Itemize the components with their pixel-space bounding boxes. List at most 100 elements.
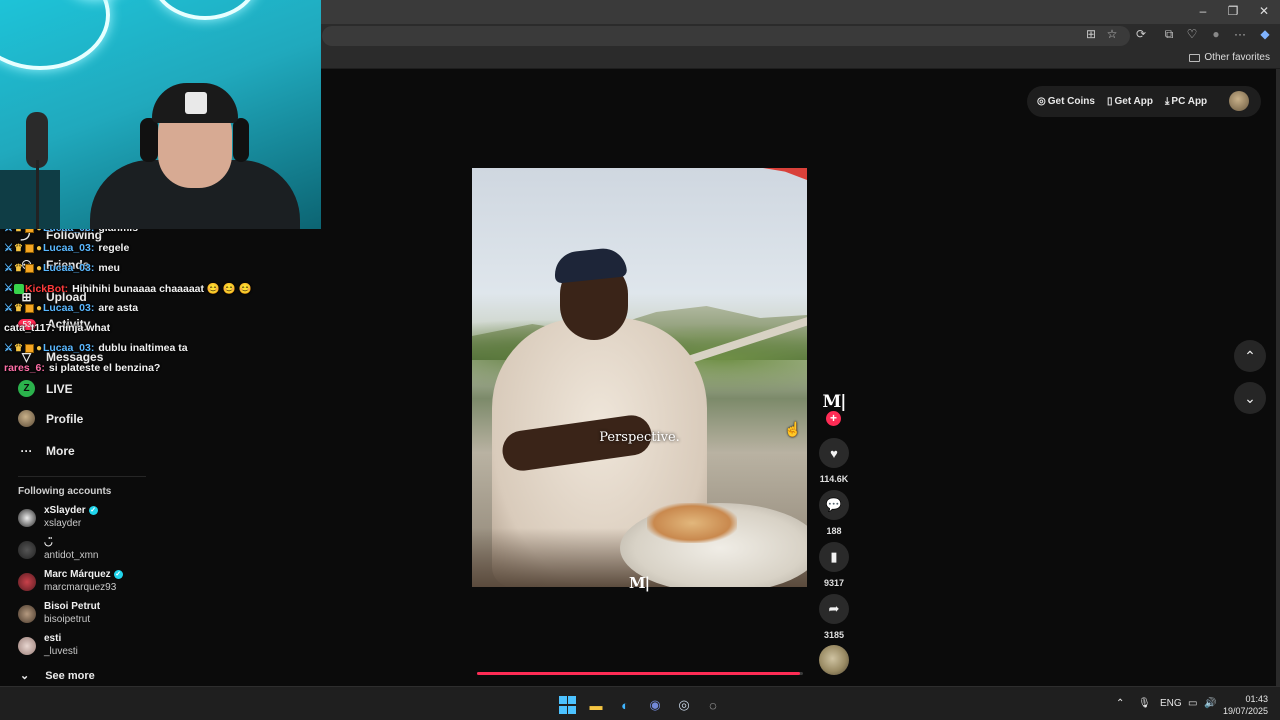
volume-icon[interactable]: 🔊	[1204, 698, 1216, 709]
get-app-button[interactable]: ▯ Get App	[1107, 96, 1153, 107]
like-count: 114.6K	[819, 474, 849, 484]
chat-username: rares_6:	[4, 362, 45, 374]
account-item[interactable]: esti _luvesti	[18, 633, 158, 661]
restore-button[interactable]: ❐	[1218, 4, 1248, 18]
language-indicator[interactable]: ENG	[1160, 698, 1182, 709]
bookmark-icon: ▮	[830, 549, 838, 564]
chat-username: KickBot:	[24, 282, 69, 295]
discord-icon[interactable]: ◉	[646, 696, 664, 714]
browser-essentials-icon[interactable]: ♡	[1183, 27, 1201, 41]
gift-badge-icon: ●	[35, 302, 42, 314]
creator-avatar[interactable]: M|	[821, 392, 847, 412]
profile-avatar-icon[interactable]: ●	[1207, 27, 1225, 41]
comment-button[interactable]: 💬	[819, 490, 849, 520]
pc-app-button[interactable]: ⤓ PC App	[1165, 96, 1207, 107]
chat-text: regele	[98, 242, 130, 254]
app-available-icon[interactable]: ⊞	[1082, 27, 1100, 41]
avatar	[18, 509, 36, 527]
chat-text: are asta	[98, 302, 139, 314]
sidebar-item-profile[interactable]: Profile	[18, 410, 83, 427]
chat-text: ninja what	[58, 322, 111, 334]
avatar	[18, 573, 36, 591]
account-name: Bisoi Petrut	[44, 601, 100, 612]
subscriber-badge-icon	[24, 243, 34, 253]
chevron-down-icon: ⌄	[20, 670, 30, 682]
chat-username: Lucaa_03:	[42, 342, 95, 354]
account-name-text: Bisoi Petrut	[44, 601, 101, 612]
music-disc[interactable]	[819, 645, 849, 675]
favorite-star-icon[interactable]: ☆	[1103, 27, 1121, 41]
following-accounts-title: Following accounts	[18, 486, 112, 497]
chat-username: cata_t117:	[4, 322, 55, 334]
share-button[interactable]: ➦	[819, 594, 849, 624]
other-favorites[interactable]: Other favorites	[1189, 52, 1270, 63]
account-item[interactable]: xSlayder ✓ xslayder	[18, 505, 158, 533]
chat-username: Lucaa_03:	[42, 302, 95, 314]
verified-icon: ✓	[113, 570, 123, 579]
microphone-icon[interactable]: 🎙	[1138, 698, 1151, 709]
split-screen-icon[interactable]: ⧉	[1160, 27, 1178, 42]
chat-message: ⚔ ♛ ● Lucaa_03: are asta	[4, 302, 138, 314]
gift-badge-icon: ●	[35, 242, 42, 254]
network-icon[interactable]: ▭	[1188, 698, 1197, 709]
get-coins-button[interactable]: ◎ Get Coins	[1037, 96, 1095, 107]
save-button[interactable]: ▮	[819, 542, 849, 572]
address-field[interactable]	[322, 26, 1130, 46]
account-name: Marc Márquez ✓	[44, 569, 123, 580]
account-name: esti	[44, 633, 61, 644]
file-explorer-icon[interactable]: ▬	[587, 696, 605, 714]
sidebar-item-label: More	[46, 443, 75, 458]
video-player[interactable]: Perspective.	[472, 168, 807, 587]
follow-plus-icon[interactable]: +	[826, 411, 841, 426]
chat-message: cata_t117: ninja what	[4, 322, 110, 334]
gift-badge-icon: ●	[35, 262, 42, 274]
pc-app-label: PC App	[1171, 96, 1208, 107]
start-button[interactable]	[558, 696, 576, 714]
get-app-label: Get App	[1114, 96, 1153, 107]
sidebar-item-live[interactable]: Z LIVE	[18, 380, 73, 397]
header-actions: ◎ Get Coins ▯ Get App ⤓ PC App	[1027, 86, 1261, 117]
chat-username: Lucaa_03:	[42, 242, 95, 254]
moderator-badge-icon: ⚔	[4, 302, 13, 314]
account-username: _luvesti	[44, 646, 78, 657]
close-window-button[interactable]: ✕	[1249, 4, 1279, 18]
video-food	[647, 503, 737, 543]
cap-logo	[185, 92, 207, 114]
chat-message: ⚔ ♛ ● Lucaa_03: meu	[4, 262, 120, 274]
copilot-icon[interactable]: ◆	[1256, 27, 1274, 41]
headset-left	[140, 118, 158, 162]
user-avatar[interactable]	[1229, 91, 1249, 111]
edge-icon[interactable]: ◐	[616, 696, 634, 714]
app-icon[interactable]: ◌	[704, 696, 722, 714]
next-video-button[interactable]: ⌄	[1234, 382, 1266, 414]
sidebar-item-more[interactable]: ··· More	[18, 442, 75, 459]
kickbot-icon	[13, 283, 24, 294]
heart-icon: ♥	[830, 445, 838, 461]
steam-icon[interactable]: ◎	[675, 696, 693, 714]
settings-more-icon[interactable]: ···	[1231, 27, 1249, 41]
previous-video-button[interactable]: ⌃	[1234, 340, 1266, 372]
see-more-button[interactable]: ⌄ See more	[20, 669, 95, 683]
tray-chevron-up-icon[interactable]: ⌃	[1116, 698, 1124, 709]
account-username: xslayder	[44, 518, 82, 529]
minimize-button[interactable]: –	[1188, 4, 1218, 18]
account-item[interactable]: Marc Márquez ✓ marcmarquez93	[18, 569, 158, 597]
account-name: ◡̈	[44, 537, 53, 548]
account-item[interactable]: Bisoi Petrut bisoipetrut	[18, 601, 158, 629]
clock[interactable]: 01:43 19/07/2025	[1223, 693, 1268, 717]
like-button[interactable]: ♥	[819, 438, 849, 468]
page-scrollbar[interactable]	[1276, 69, 1280, 686]
moderator-badge-icon: ⚔	[4, 342, 13, 354]
account-item[interactable]: ◡̈ antidot_xmn	[18, 537, 158, 565]
phone-icon: ▯	[1106, 96, 1113, 107]
crown-badge-icon: ♛	[13, 302, 23, 314]
account-name-text: xSlayder	[44, 505, 86, 516]
neon-light	[150, 0, 260, 20]
live-icon: Z	[18, 380, 35, 397]
extensions-icon[interactable]: ⟳	[1132, 27, 1150, 41]
download-icon: ⤓	[1165, 96, 1170, 107]
video-progress-bar[interactable]	[477, 672, 803, 675]
moderator-badge-icon: ⚔	[4, 262, 13, 274]
other-favorites-label: Other favorites	[1204, 52, 1270, 63]
subscriber-badge-icon	[24, 303, 34, 313]
